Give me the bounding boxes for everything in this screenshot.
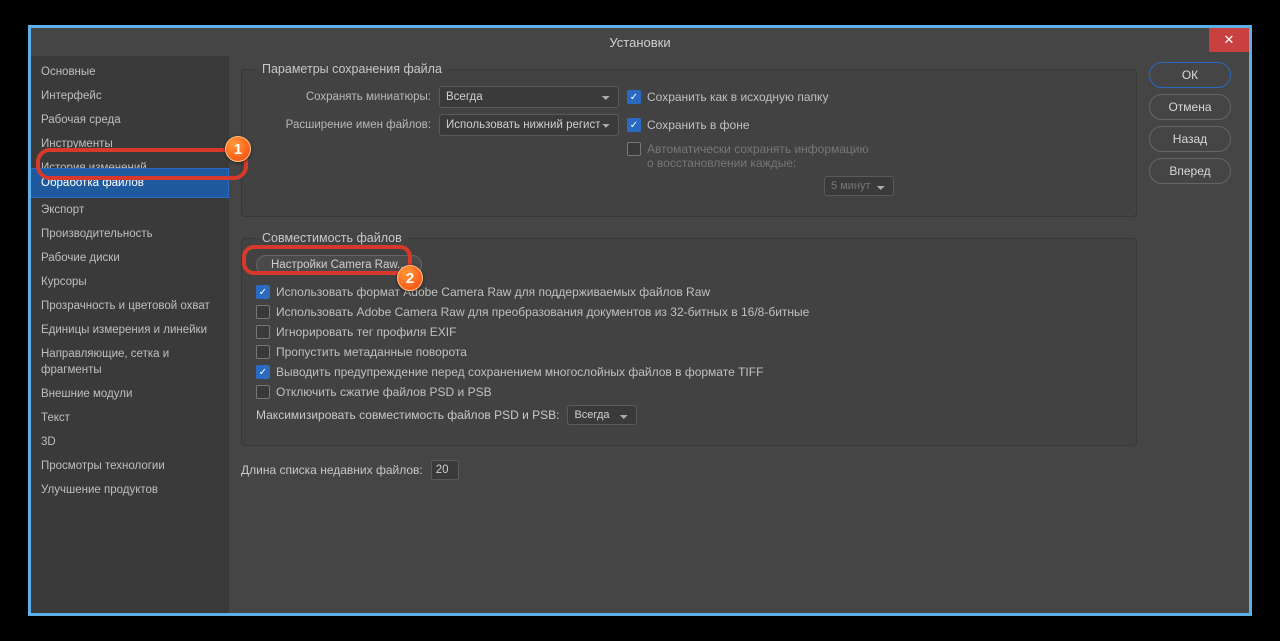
checkbox-icon bbox=[627, 142, 641, 156]
save-original-label: Сохранить как в исходную папку bbox=[647, 90, 828, 104]
section-file-compat: Совместимость файлов 2 Настройки Camera … bbox=[241, 231, 1137, 446]
thumbs-label: Сохранять миниатюры: bbox=[256, 91, 431, 103]
sidebar-item-plugins[interactable]: Внешние модули bbox=[31, 382, 229, 406]
disable-compression-label: Отключить сжатие файлов PSD и PSB bbox=[276, 385, 492, 399]
skip-rotation-label: Пропустить метаданные поворота bbox=[276, 345, 467, 359]
annotation-badge-1: 1 bbox=[225, 136, 251, 162]
recent-files-input[interactable] bbox=[431, 460, 459, 480]
checkmark-icon: ✓ bbox=[627, 90, 641, 104]
save-bg-label: Сохранить в фоне bbox=[647, 118, 750, 132]
sidebar-item-interface[interactable]: Интерфейс bbox=[31, 84, 229, 108]
sidebar-item-file-handling[interactable]: Обработка файлов bbox=[31, 168, 229, 198]
ok-button[interactable]: ОК bbox=[1149, 62, 1231, 88]
section-file-save-legend: Параметры сохранения файла bbox=[256, 62, 448, 76]
recent-files-label: Длина списка недавних файлов: bbox=[241, 463, 423, 477]
ignore-exif-label: Игнорировать тег профиля EXIF bbox=[276, 325, 456, 339]
use-acr-32bit-checkbox[interactable]: Использовать Adobe Camera Raw для преобр… bbox=[256, 305, 809, 319]
sidebar-item-performance[interactable]: Производительность bbox=[31, 222, 229, 246]
close-button[interactable]: ✕ bbox=[1209, 28, 1249, 52]
ext-select[interactable]: Использовать нижний регистр bbox=[439, 114, 619, 136]
camera-raw-settings-button[interactable]: Настройки Camera Raw... bbox=[256, 255, 422, 275]
tiff-warning-label: Выводить предупреждение перед сохранение… bbox=[276, 365, 763, 379]
auto-save-interval-select[interactable]: 5 минут bbox=[824, 176, 894, 196]
checkmark-icon: ✓ bbox=[627, 118, 641, 132]
sidebar-item-workspace[interactable]: Рабочая среда bbox=[31, 108, 229, 132]
sidebar-item-product-improvement[interactable]: Улучшение продуктов bbox=[31, 478, 229, 502]
disable-compression-checkbox[interactable]: Отключить сжатие файлов PSD и PSB bbox=[256, 385, 492, 399]
use-camera-raw-checkbox[interactable]: ✓ Использовать формат Adobe Camera Raw д… bbox=[256, 285, 710, 299]
skip-rotation-checkbox[interactable]: Пропустить метаданные поворота bbox=[256, 345, 467, 359]
forward-button[interactable]: Вперед bbox=[1149, 158, 1231, 184]
titlebar: Установки ✕ bbox=[31, 28, 1249, 56]
sidebar-item-transparency[interactable]: Прозрачность и цветовой охват bbox=[31, 294, 229, 318]
sidebar-item-export[interactable]: Экспорт bbox=[31, 198, 229, 222]
content-area: Параметры сохранения файла Сохранять мин… bbox=[229, 56, 1149, 613]
checkmark-icon: ✓ bbox=[256, 365, 270, 379]
tiff-warning-checkbox[interactable]: ✓ Выводить предупреждение перед сохранен… bbox=[256, 365, 763, 379]
checkmark-icon: ✓ bbox=[256, 285, 270, 299]
use-acr-32bit-label: Использовать Adobe Camera Raw для преобр… bbox=[276, 305, 809, 319]
save-bg-checkbox[interactable]: ✓ Сохранить в фоне bbox=[627, 118, 750, 132]
action-buttons-column: ОК Отмена Назад Вперед bbox=[1149, 56, 1249, 613]
sidebar-item-text[interactable]: Текст bbox=[31, 406, 229, 430]
dialog-frame: Установки ✕ Основные Интерфейс Рабочая с… bbox=[28, 25, 1252, 616]
ignore-exif-checkbox[interactable]: Игнорировать тег профиля EXIF bbox=[256, 325, 456, 339]
max-compat-label: Максимизировать совместимость файлов PSD… bbox=[256, 408, 559, 422]
sidebar-item-general[interactable]: Основные bbox=[31, 60, 229, 84]
checkbox-icon bbox=[256, 385, 270, 399]
sidebar-item-units[interactable]: Единицы измерения и линейки bbox=[31, 318, 229, 342]
sidebar-item-tools[interactable]: Инструменты bbox=[31, 132, 229, 156]
sidebar-item-3d[interactable]: 3D bbox=[31, 430, 229, 454]
annotation-badge-2: 2 bbox=[397, 265, 423, 291]
sidebar-item-scratch-disks[interactable]: Рабочие диски bbox=[31, 246, 229, 270]
ext-label: Расширение имен файлов: bbox=[256, 119, 431, 131]
checkbox-icon bbox=[256, 305, 270, 319]
dialog-body: Основные Интерфейс Рабочая среда Инструм… bbox=[31, 56, 1249, 613]
auto-save-checkbox[interactable]: Автоматически сохранять информацию о вос… bbox=[627, 142, 869, 170]
back-button[interactable]: Назад bbox=[1149, 126, 1231, 152]
thumbs-select[interactable]: Всегда bbox=[439, 86, 619, 108]
max-compat-select[interactable]: Всегда bbox=[567, 405, 637, 425]
sidebar-item-cursors[interactable]: Курсоры bbox=[31, 270, 229, 294]
auto-save-label: Автоматически сохранять информацию о вос… bbox=[647, 142, 869, 170]
cancel-button[interactable]: Отмена bbox=[1149, 94, 1231, 120]
sidebar-item-guides[interactable]: Направляющие, сетка и фрагменты bbox=[31, 342, 229, 382]
sidebar-item-history[interactable]: История изменений bbox=[31, 156, 229, 168]
checkbox-icon bbox=[256, 325, 270, 339]
dialog-title: Установки bbox=[609, 35, 670, 50]
sidebar-item-tech-previews[interactable]: Просмотры технологии bbox=[31, 454, 229, 478]
close-icon: ✕ bbox=[1224, 32, 1235, 48]
sidebar: Основные Интерфейс Рабочая среда Инструм… bbox=[31, 56, 229, 613]
checkbox-icon bbox=[256, 345, 270, 359]
section-file-save: Параметры сохранения файла Сохранять мин… bbox=[241, 62, 1137, 217]
save-original-checkbox[interactable]: ✓ Сохранить как в исходную папку bbox=[627, 90, 828, 104]
section-file-compat-legend: Совместимость файлов bbox=[256, 231, 408, 245]
use-camera-raw-label: Использовать формат Adobe Camera Raw для… bbox=[276, 285, 710, 299]
